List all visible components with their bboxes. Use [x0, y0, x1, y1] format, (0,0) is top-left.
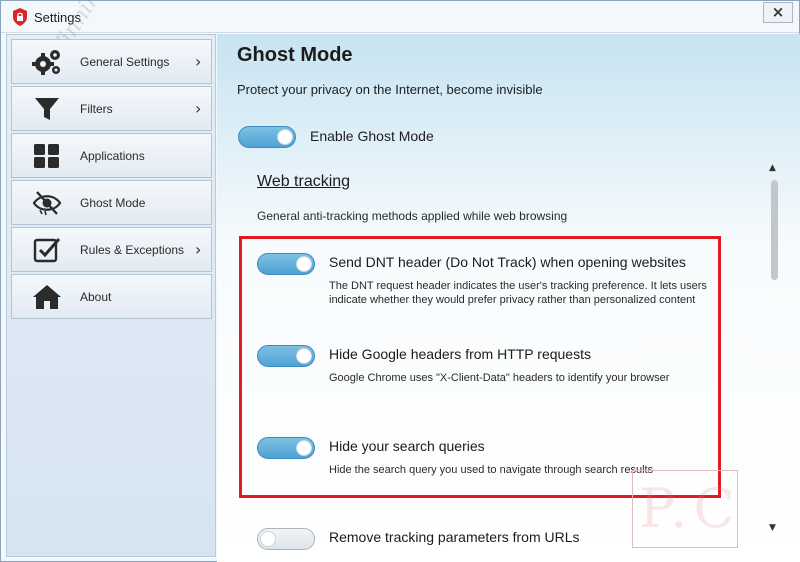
- scroll-thumb[interactable]: [771, 180, 778, 280]
- page-title: Ghost Mode: [237, 44, 353, 66]
- title-bar: Settings ×: [1, 1, 799, 33]
- highlight-box: [239, 236, 721, 498]
- sidebar-item-applications[interactable]: Applications: [11, 133, 212, 178]
- funnel-icon: [35, 98, 59, 120]
- section-description: General anti-tracking methods applied wh…: [257, 209, 568, 223]
- checkbox-icon: [33, 238, 61, 263]
- vertical-scrollbar[interactable]: ▲ ▼: [766, 161, 783, 561]
- option-title: Remove tracking parameters from URLs: [329, 529, 580, 545]
- grid-icon: [34, 144, 59, 168]
- home-icon: [33, 285, 61, 309]
- chevron-right-icon: ›: [195, 52, 202, 71]
- sidebar-item-label: Ghost Mode: [80, 196, 146, 210]
- chevron-right-icon: ›: [195, 99, 202, 118]
- gears-icon: [32, 50, 60, 75]
- window-title: Settings: [34, 10, 81, 25]
- pc-logo: P.C: [632, 470, 738, 548]
- pc-logo-text: P.C: [639, 477, 741, 540]
- main-panel: Ghost Mode Protect your privacy on the I…: [217, 34, 800, 562]
- close-button[interactable]: ×: [763, 2, 793, 23]
- sidebar-item-label: Filters: [80, 102, 113, 116]
- sidebar-item-label: About: [80, 290, 112, 304]
- sidebar-item-label: Applications: [80, 149, 145, 163]
- shield-lock-icon: [13, 8, 27, 26]
- sidebar-item-ghost-mode[interactable]: Ghost Mode: [11, 180, 212, 225]
- toggle-knob: [260, 531, 276, 547]
- close-icon: ×: [771, 3, 785, 21]
- section-heading-web-tracking: Web tracking: [257, 173, 351, 190]
- sidebar-item-filters[interactable]: Filters ›: [11, 86, 212, 131]
- chevron-right-icon: ›: [195, 240, 202, 259]
- scroll-down-arrow-icon[interactable]: ▼: [769, 523, 776, 533]
- page-subtitle: Protect your privacy on the Internet, be…: [237, 82, 543, 97]
- enable-ghost-mode-label: Enable Ghost Mode: [310, 128, 434, 144]
- sidebar-item-rules-exceptions[interactable]: Rules & Exceptions ›: [11, 227, 212, 272]
- sidebar: WinningPC General Settings › Filters › A…: [6, 0, 216, 557]
- scroll-up-arrow-icon[interactable]: ▲: [769, 163, 776, 173]
- toggle-knob: [277, 129, 293, 145]
- eye-hidden-icon: [32, 191, 62, 216]
- sidebar-item-general-settings[interactable]: General Settings ›: [11, 39, 212, 84]
- settings-window: Settings × WinningPC General Settings ›: [0, 0, 800, 562]
- sidebar-item-about[interactable]: About: [11, 274, 212, 319]
- remove-tracking-params-toggle[interactable]: [257, 528, 315, 550]
- sidebar-item-label: General Settings: [80, 55, 170, 69]
- sidebar-item-label: Rules & Exceptions: [80, 243, 185, 257]
- enable-ghost-mode-toggle[interactable]: [238, 126, 296, 148]
